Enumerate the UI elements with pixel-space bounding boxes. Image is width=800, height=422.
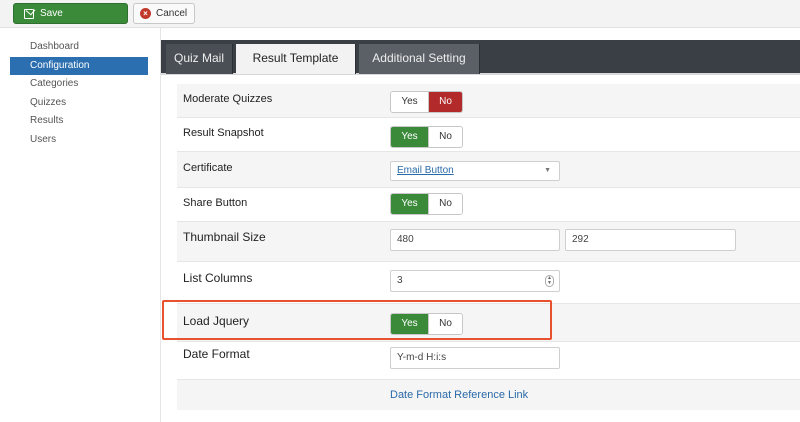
certificate-select[interactable]: Email Button ▼ bbox=[390, 161, 560, 181]
result-snapshot-yes[interactable]: Yes bbox=[391, 127, 428, 147]
save-button-label: Save bbox=[40, 8, 63, 19]
cancel-circle-icon: × bbox=[140, 8, 151, 19]
share-button-yes[interactable]: Yes bbox=[391, 194, 428, 214]
sidebar-item-dashboard[interactable]: Dashboard bbox=[10, 38, 148, 57]
share-button-label: Share Button bbox=[183, 197, 248, 209]
date-format-reference-link[interactable]: Date Format Reference Link bbox=[390, 389, 528, 401]
moderate-quizzes-no[interactable]: No bbox=[428, 92, 462, 112]
toolbar: Save × Cancel bbox=[0, 0, 800, 28]
thumbnail-size-label: Thumbnail Size bbox=[183, 230, 266, 244]
date-format-label: Date Format bbox=[183, 347, 250, 361]
cancel-button-label: Cancel bbox=[156, 8, 188, 19]
certificate-label: Certificate bbox=[183, 162, 233, 174]
list-columns-input[interactable]: 3 ▲ ▼ bbox=[390, 270, 560, 292]
sidebar-item-users[interactable]: Users bbox=[10, 131, 148, 150]
share-button-no[interactable]: No bbox=[428, 194, 462, 214]
save-button[interactable]: Save bbox=[13, 3, 128, 24]
sidebar-item-results[interactable]: Results bbox=[10, 112, 148, 131]
row-result-snapshot: Result Snapshot bbox=[177, 118, 800, 152]
moderate-quizzes-label: Moderate Quizzes bbox=[183, 93, 273, 105]
sidebar: Dashboard Configuration Categories Quizz… bbox=[10, 38, 148, 149]
thumbnail-width-input[interactable]: 480 bbox=[390, 229, 560, 251]
chevron-down-icon: ▼ bbox=[544, 167, 551, 174]
sidebar-item-quizzes[interactable]: Quizzes bbox=[10, 94, 148, 113]
thumbnail-height-input[interactable]: 292 bbox=[565, 229, 736, 251]
spinner-icon[interactable]: ▲ ▼ bbox=[545, 275, 554, 287]
content-divider bbox=[160, 28, 161, 422]
result-snapshot-label: Result Snapshot bbox=[183, 127, 264, 139]
sidebar-item-categories[interactable]: Categories bbox=[10, 75, 148, 94]
pencil-square-icon bbox=[24, 8, 34, 19]
row-share-button: Share Button bbox=[177, 188, 800, 222]
result-snapshot-toggle: Yes No bbox=[390, 126, 463, 148]
cancel-button[interactable]: × Cancel bbox=[133, 3, 195, 24]
moderate-quizzes-yes[interactable]: Yes bbox=[391, 92, 428, 112]
tab-quiz-mail[interactable]: Quiz Mail bbox=[166, 44, 233, 74]
moderate-quizzes-toggle: Yes No bbox=[390, 91, 463, 113]
share-button-toggle: Yes No bbox=[390, 193, 463, 215]
date-format-input[interactable]: Y-m-d H:i:s bbox=[390, 347, 560, 369]
tab-additional-setting[interactable]: Additional Setting bbox=[359, 44, 480, 74]
row-moderate-quizzes: Moderate Quizzes bbox=[177, 84, 800, 118]
highlight-box bbox=[162, 300, 552, 340]
settings-tabs: Quiz Mail Result Template Additional Set… bbox=[161, 40, 800, 75]
list-columns-value: 3 bbox=[397, 275, 403, 286]
certificate-select-value: Email Button bbox=[397, 165, 454, 176]
tab-result-template[interactable]: Result Template bbox=[236, 44, 356, 74]
result-snapshot-no[interactable]: No bbox=[428, 127, 462, 147]
list-columns-label: List Columns bbox=[183, 271, 253, 285]
sidebar-item-configuration[interactable]: Configuration bbox=[10, 56, 148, 75]
